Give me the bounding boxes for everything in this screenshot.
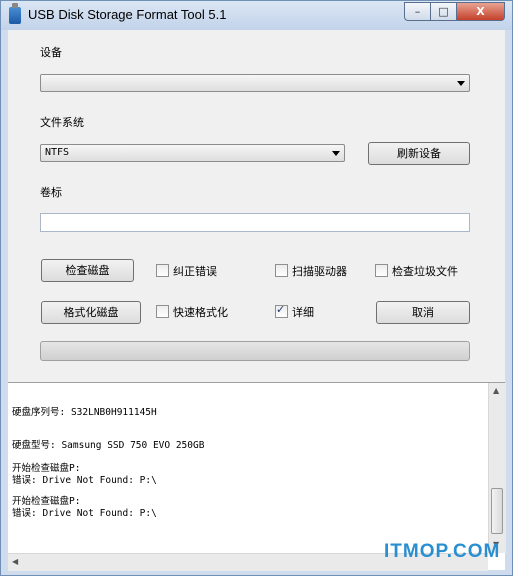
refresh-devices-button[interactable]: 刷新设备 <box>368 142 470 165</box>
log-line: 硬盘序列号: S32LNB0H911145H <box>12 407 157 418</box>
scan-drive-checkbox-box[interactable] <box>275 264 288 277</box>
log-line: 错误: Drive Not Found: P:\ <box>12 508 157 519</box>
close-button[interactable]: X <box>456 2 505 21</box>
check-junk-files-checkbox-label: 检查垃圾文件 <box>392 265 458 278</box>
quick-format-checkbox-box[interactable] <box>156 305 169 318</box>
device-select[interactable] <box>40 74 470 92</box>
check-junk-files-checkbox-box[interactable] <box>375 264 388 277</box>
filesystem-select[interactable]: NTFS <box>40 144 345 162</box>
maximize-button[interactable]: □ <box>430 2 457 21</box>
fix-errors-checkbox-label: 纠正错误 <box>173 265 217 278</box>
scan-drive-checkbox-label: 扫描驱动器 <box>292 265 347 278</box>
scroll-up-icon[interactable]: ▲ <box>493 386 499 395</box>
chevron-down-icon <box>332 151 340 156</box>
filesystem-select-value: NTFS <box>45 147 70 158</box>
title-bar[interactable]: USB Disk Storage Format Tool 5.1 – □ X <box>1 1 512 30</box>
fix-errors-checkbox-box[interactable] <box>156 264 169 277</box>
watermark: ITMOP.COM <box>384 541 501 562</box>
main-panel: 设备 文件系统 NTFS 刷新设备 卷标 检查磁盘 纠正错误 扫描驱动器 检查垃… <box>8 30 505 382</box>
app-window: USB Disk Storage Format Tool 5.1 – □ X 设… <box>0 0 513 576</box>
log-line: 开始检查磁盘P: <box>12 496 81 507</box>
log-line: 硬盘型号: Samsung SSD 750 EVO 250GB <box>12 440 205 451</box>
format-disk-button[interactable]: 格式化磁盘 <box>41 301 141 324</box>
log-line: 错误: Drive Not Found: P:\ <box>12 475 157 486</box>
quick-format-checkbox-label: 快速格式化 <box>173 306 228 319</box>
verbose-checkbox-label: 详细 <box>292 306 314 319</box>
filesystem-label: 文件系统 <box>40 116 84 129</box>
cancel-button[interactable]: 取消 <box>376 301 470 324</box>
device-label: 设备 <box>40 46 62 59</box>
format-progress-bar <box>40 341 470 361</box>
minimize-button[interactable]: – <box>404 2 431 21</box>
usb-drive-icon <box>9 3 21 24</box>
vertical-scrollbar[interactable]: ▲ ▼ <box>488 383 506 553</box>
check-disk-button[interactable]: 检查磁盘 <box>41 259 134 282</box>
chevron-down-icon <box>457 81 465 86</box>
volume-label-input[interactable] <box>40 213 470 232</box>
volume-label-label: 卷标 <box>40 186 62 199</box>
verbose-checkbox-box[interactable] <box>275 303 288 318</box>
scroll-left-icon[interactable]: ◀ <box>12 557 18 566</box>
vertical-scroll-thumb[interactable] <box>491 488 503 534</box>
log-line: 开始检查磁盘P: <box>12 463 81 474</box>
window-title: USB Disk Storage Format Tool 5.1 <box>28 7 227 22</box>
